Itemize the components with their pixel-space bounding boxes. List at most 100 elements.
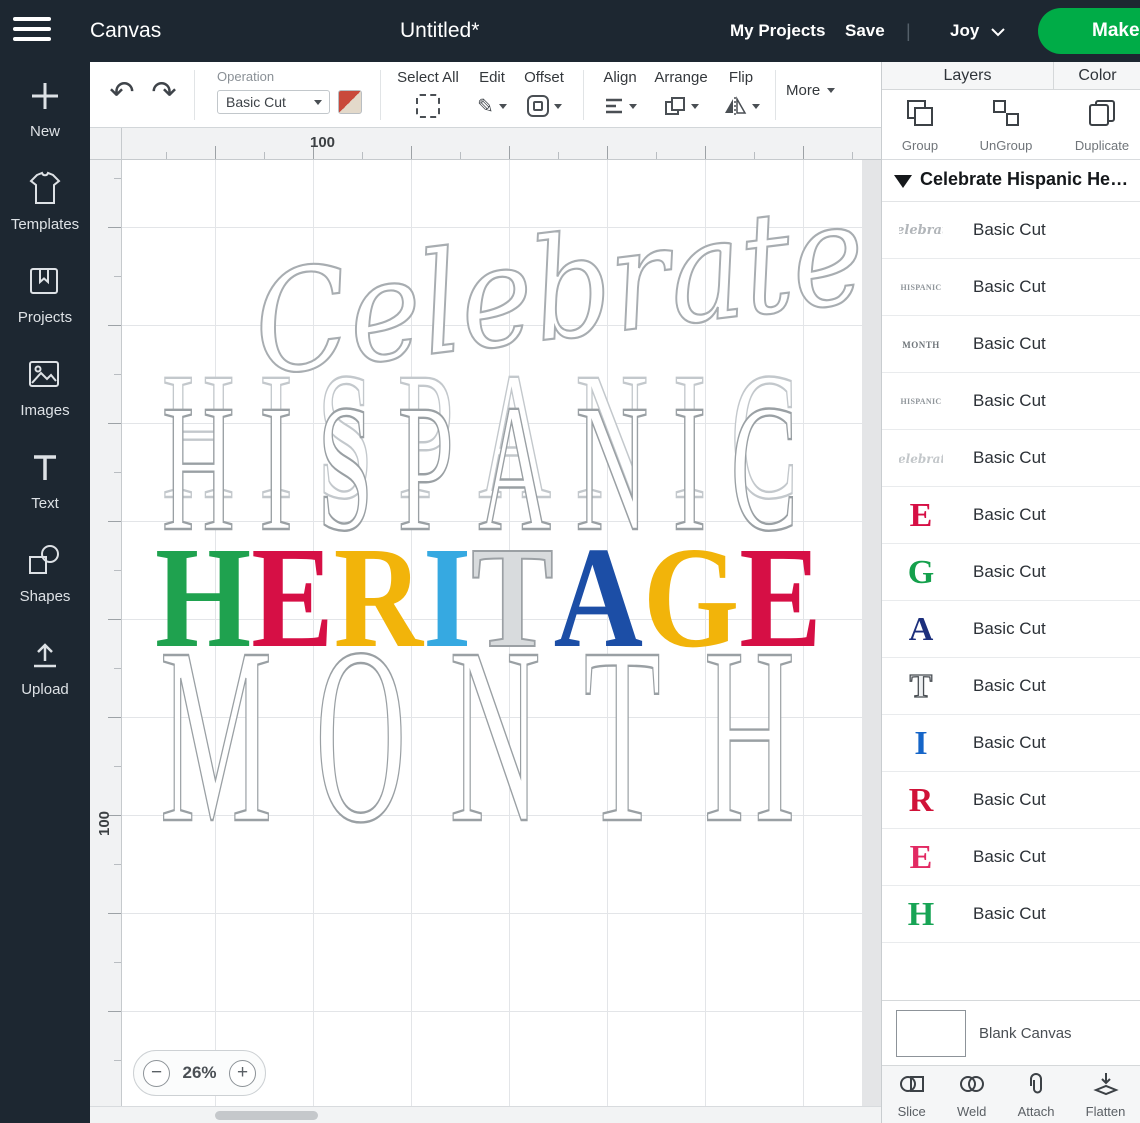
combine-toolbar: Slice Weld Attach Flatten xyxy=(882,1065,1140,1123)
layer-row[interactable]: RBasic Cut xyxy=(882,772,1140,829)
layer-operation: Basic Cut xyxy=(973,448,1046,468)
my-projects-link[interactable]: My Projects xyxy=(730,0,825,62)
ungroup-button[interactable]: UnGroup xyxy=(976,98,1036,153)
operation-dropdown[interactable]: Basic Cut xyxy=(217,90,330,114)
slice-button[interactable]: Slice xyxy=(898,1071,926,1119)
header-separator: | xyxy=(906,0,911,62)
plus-icon xyxy=(25,76,65,116)
word-month[interactable]: MONTH xyxy=(160,609,795,861)
layer-row[interactable]: TBasic Cut xyxy=(882,658,1140,715)
tab-layers[interactable]: Layers xyxy=(882,62,1054,89)
layer-group-title: Celebrate Hispanic Heritage Month xyxy=(920,169,1135,190)
canvas-letter[interactable]: T xyxy=(584,609,661,861)
layer-thumbnail: G xyxy=(899,550,943,595)
chevron-down-icon[interactable] xyxy=(990,27,1006,37)
linetype-color-swatch[interactable] xyxy=(338,90,362,114)
sidebar-item-images[interactable]: Images xyxy=(0,355,90,419)
layer-operation: Basic Cut xyxy=(973,334,1046,354)
align-dropdown[interactable]: Align xyxy=(592,69,648,119)
sidebar-item-templates[interactable]: Templates xyxy=(0,169,90,233)
flatten-button[interactable]: Flatten xyxy=(1086,1071,1126,1119)
layer-thumbnail: Celebrate xyxy=(899,436,943,481)
project-title: Untitled* xyxy=(400,0,479,62)
canvas-letter[interactable]: O xyxy=(315,609,406,861)
canvas-letter[interactable]: N xyxy=(450,609,541,861)
blank-canvas-swatch[interactable] xyxy=(896,1010,966,1057)
layer-thumbnail: Celebrate xyxy=(899,208,943,253)
arrange-dropdown[interactable]: Arrange xyxy=(648,69,714,119)
zoom-control: − 26% + xyxy=(133,1050,266,1096)
layer-actions: Group UnGroup Duplicate xyxy=(882,90,1140,160)
sidebar-item-upload[interactable]: Upload xyxy=(0,634,90,698)
toolbar-divider xyxy=(194,70,195,120)
layer-operation: Basic Cut xyxy=(973,790,1046,810)
canvas-letter[interactable]: M xyxy=(160,609,272,861)
attach-button[interactable]: Attach xyxy=(1018,1071,1055,1119)
blank-canvas-row[interactable]: Blank Canvas xyxy=(882,1000,1140,1065)
zoom-out-button[interactable]: − xyxy=(143,1060,170,1087)
ruler-top-label: 100 xyxy=(310,134,335,151)
design-canvas[interactable]: HISPANIC HISPANIC HERITAGE MONTH Celebra… xyxy=(90,128,881,1123)
flip-dropdown[interactable]: Flip xyxy=(716,69,766,119)
arrange-icon xyxy=(664,96,686,116)
layer-row[interactable]: HISPANIC Basic Cut xyxy=(882,259,1140,316)
edit-dropdown[interactable]: Edit ✎ xyxy=(468,69,516,119)
collapse-triangle-icon[interactable] xyxy=(894,175,912,188)
more-dropdown[interactable]: More xyxy=(786,82,835,99)
layer-thumbnail: T xyxy=(899,664,943,709)
ruler-vertical: 100 xyxy=(90,160,122,1106)
slice-icon xyxy=(899,1071,925,1097)
sidebar-item-projects[interactable]: Projects xyxy=(0,262,90,326)
layer-row[interactable]: CelebrateBasic Cut xyxy=(882,202,1140,259)
upload-icon xyxy=(25,634,65,674)
layer-operation: Basic Cut xyxy=(973,505,1046,525)
layer-row[interactable]: HBasic Cut xyxy=(882,886,1140,943)
offset-dropdown[interactable]: Offset xyxy=(515,69,573,119)
align-icon xyxy=(604,97,624,115)
scrollbar-thumb[interactable] xyxy=(215,1111,318,1120)
chevron-down-icon xyxy=(827,88,835,93)
layer-row[interactable]: MONTHBasic Cut xyxy=(882,316,1140,373)
layer-row[interactable]: Celebrate Basic Cut xyxy=(882,430,1140,487)
sidebar-item-shapes[interactable]: Shapes xyxy=(0,541,90,605)
operation-label: Operation xyxy=(217,69,274,84)
duplicate-button[interactable]: Duplicate xyxy=(1066,98,1138,153)
layer-operation: Basic Cut xyxy=(973,277,1046,297)
layer-thumbnail: E xyxy=(899,493,943,538)
sidebar-item-text[interactable]: Text xyxy=(0,448,90,512)
group-icon xyxy=(905,98,935,128)
chevron-down-icon xyxy=(554,104,562,109)
top-header: Canvas Untitled* My Projects Save | Joy … xyxy=(0,0,1140,62)
layers-panel: Layers Color Group UnGroup Duplicate Cel… xyxy=(881,62,1140,1123)
make-it-button[interactable]: Make xyxy=(1038,8,1140,54)
tshirt-icon xyxy=(25,169,65,209)
horizontal-scrollbar[interactable] xyxy=(90,1106,881,1123)
layer-row[interactable]: EBasic Cut xyxy=(882,829,1140,886)
machine-selector[interactable]: Joy xyxy=(950,0,979,62)
layer-thumbnail: HISPANIC xyxy=(899,379,943,424)
chevron-down-icon xyxy=(314,100,322,105)
layer-row[interactable]: GBasic Cut xyxy=(882,544,1140,601)
layer-row[interactable]: ABasic Cut xyxy=(882,601,1140,658)
chevron-down-icon xyxy=(691,104,699,109)
tab-color[interactable]: Color xyxy=(1054,62,1140,89)
layer-row[interactable]: IBasic Cut xyxy=(882,715,1140,772)
canvas-letter[interactable]: H xyxy=(704,609,795,861)
weld-button[interactable]: Weld xyxy=(957,1071,986,1119)
sidebar-item-new[interactable]: New xyxy=(0,76,90,140)
operation-value: Basic Cut xyxy=(226,94,286,110)
undo-button[interactable]: ↶ xyxy=(104,76,140,112)
layer-row[interactable]: E Basic Cut xyxy=(882,487,1140,544)
select-all-button[interactable]: Select All xyxy=(393,69,463,119)
redo-button[interactable]: ↷ xyxy=(146,76,182,112)
layer-thumbnail: HISPANIC xyxy=(899,265,943,310)
layer-row[interactable]: HISPANICBasic Cut xyxy=(882,373,1140,430)
panel-tabs: Layers Color xyxy=(882,62,1140,90)
left-sidebar: New Templates Projects Images Text Shape… xyxy=(0,62,90,1123)
layer-thumbnail: H xyxy=(899,892,943,937)
layer-group-header[interactable]: Celebrate Hispanic Heritage Month xyxy=(882,160,1140,202)
zoom-in-button[interactable]: + xyxy=(229,1060,256,1087)
hamburger-menu-icon[interactable] xyxy=(13,17,53,45)
save-button[interactable]: Save xyxy=(845,0,885,62)
group-button[interactable]: Group xyxy=(890,98,950,153)
